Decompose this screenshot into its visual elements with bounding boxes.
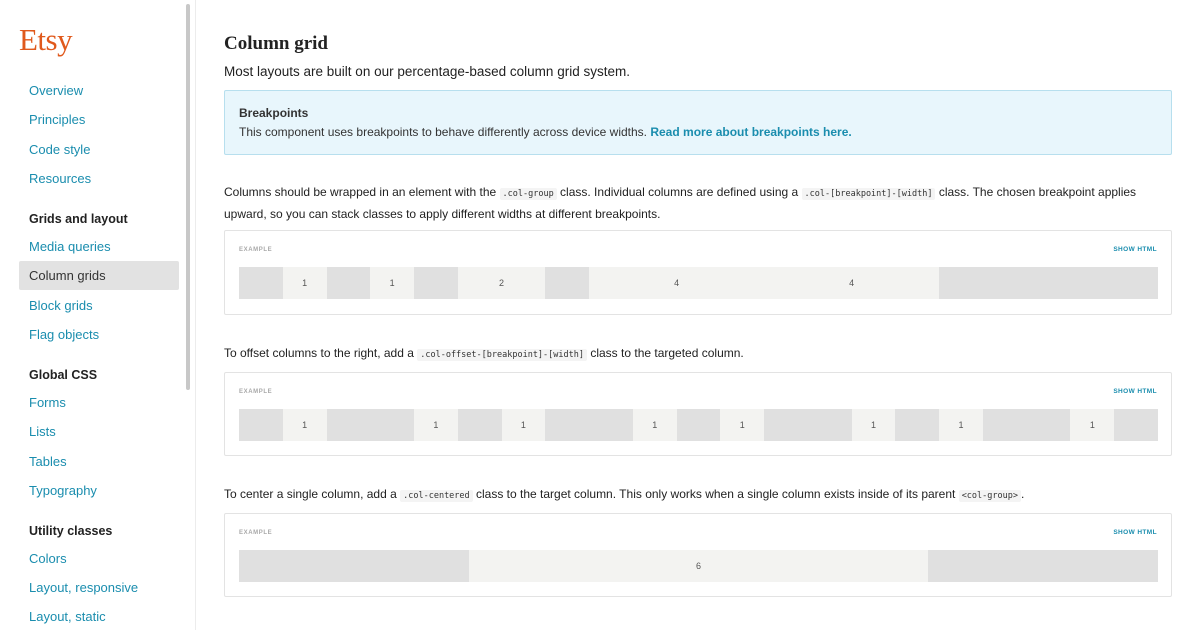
para1-text-1: Columns should be wrapped in an element … [224, 185, 497, 199]
para2-text-2: class to the targeted column. [590, 346, 744, 360]
col-centered-code: .col-centered [400, 490, 473, 502]
col-breakpoint-width-code: .col-[breakpoint]-[width] [801, 188, 936, 200]
sidebar-item-colors[interactable]: Colors [19, 544, 179, 573]
sidebar-item-typography[interactable]: Typography [19, 476, 179, 505]
example-grid-row: 6 [239, 550, 1158, 582]
grid-column-cell: 1 [282, 267, 327, 299]
para3-text-3: . [1020, 487, 1025, 501]
example-column-grid: EXAMPLE SHOW HTML 1 1 2 44 [224, 230, 1172, 315]
offset-description: To offset columns to the right, add a .c… [224, 343, 1164, 365]
sidebar-item-lists[interactable]: Lists [19, 417, 179, 446]
grid-column-cell: 1 [370, 267, 415, 299]
col-group-tag-code: <col-group> [958, 490, 1021, 502]
intro-text: Most layouts are built on our percentage… [224, 64, 630, 79]
para2-text-1: To offset columns to the right, add a [224, 346, 414, 360]
example-label: EXAMPLE [239, 530, 273, 536]
grid-column-cell: 6 [468, 550, 929, 582]
example-centered-grid: EXAMPLE SHOW HTML 6 [224, 513, 1172, 597]
example-grid-row: 1 1 1 1 1 1 1 1 [239, 409, 1158, 441]
sidebar-item-code-style[interactable]: Code style [19, 135, 179, 164]
column-grid-description: Columns should be wrapped in an element … [224, 182, 1164, 224]
sidebar-scrollbar[interactable] [186, 4, 190, 390]
centered-description: To center a single column, add a .col-ce… [224, 484, 1164, 506]
example-offset-grid: EXAMPLE SHOW HTML 1 1 1 1 1 1 1 1 [224, 372, 1172, 456]
callout-title: Breakpoints [239, 106, 309, 120]
etsy-logo[interactable]: Etsy [19, 22, 73, 58]
col-offset-code: .col-offset-[breakpoint]-[width] [417, 349, 587, 361]
sidebar-item-layout-responsive[interactable]: Layout, responsive [19, 573, 179, 602]
sidebar-item-tables[interactable]: Tables [19, 447, 179, 476]
show-html-button[interactable]: SHOW HTML [1113, 529, 1157, 536]
sidebar-heading-utility: Utility classes [29, 524, 113, 538]
grid-column-cell: 2 [457, 267, 546, 299]
grid-column-cell: 1 [720, 409, 765, 441]
sidebar: Etsy Overview Principles Code style Reso… [0, 0, 196, 630]
para3-text-2: class to the target column. This only wo… [476, 487, 956, 501]
callout-text: This component uses breakpoints to behav… [239, 125, 647, 139]
grid-column-cell: 1 [1070, 409, 1115, 441]
callout-body: This component uses breakpoints to behav… [239, 125, 1157, 139]
para3-text-1: To center a single column, add a [224, 487, 397, 501]
grid-column-cell: 1 [851, 409, 896, 441]
para1-text-2: class. Individual columns are defined us… [560, 185, 799, 199]
sidebar-item-block-grids[interactable]: Block grids [19, 291, 179, 320]
grid-column-cell: 4 [589, 267, 765, 299]
sidebar-item-media-queries[interactable]: Media queries [19, 232, 179, 261]
show-html-button[interactable]: SHOW HTML [1113, 246, 1157, 253]
sidebar-heading-global-css: Global CSS [29, 368, 98, 382]
example-grid-row: 1 1 2 44 [239, 267, 1158, 299]
sidebar-item-principles[interactable]: Principles [19, 105, 179, 134]
sidebar-item-layout-static[interactable]: Layout, static [19, 602, 179, 630]
breakpoints-callout: Breakpoints This component uses breakpoi… [224, 90, 1172, 155]
grid-column-cell: 1 [282, 409, 327, 441]
sidebar-heading-grids: Grids and layout [29, 212, 128, 226]
grid-column-cell: 1 [501, 409, 546, 441]
grid-column-cell: 1 [939, 409, 983, 441]
example-label: EXAMPLE [239, 247, 273, 253]
grid-column-cell: 1 [414, 409, 458, 441]
col-group-code: .col-group [499, 188, 557, 200]
sidebar-item-overview[interactable]: Overview [19, 76, 179, 105]
sidebar-item-column-grids[interactable]: Column grids [19, 261, 179, 290]
page-title: Column grid [224, 33, 328, 54]
grid-column-cell: 1 [632, 409, 677, 441]
sidebar-item-resources[interactable]: Resources [19, 164, 179, 193]
grid-column-cell: 4 [764, 267, 940, 299]
example-label: EXAMPLE [239, 389, 273, 395]
show-html-button[interactable]: SHOW HTML [1113, 388, 1157, 395]
breakpoints-link[interactable]: Read more about breakpoints here. [650, 125, 851, 139]
sidebar-item-flag-objects[interactable]: Flag objects [19, 320, 179, 349]
sidebar-item-forms[interactable]: Forms [19, 388, 179, 417]
